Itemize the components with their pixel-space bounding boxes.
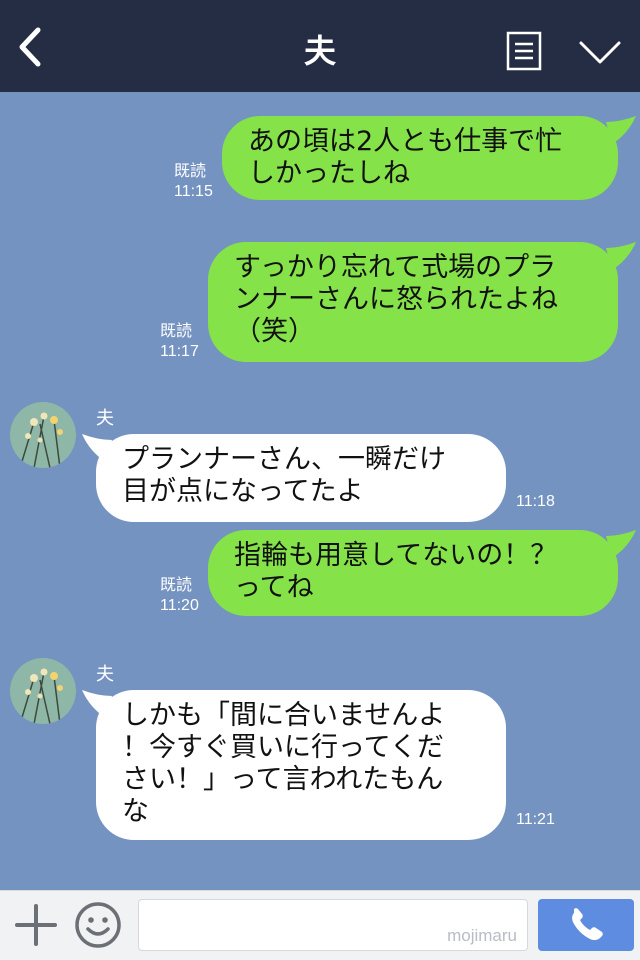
avatar[interactable] [10, 658, 76, 724]
menu-list-icon[interactable] [506, 31, 542, 71]
plus-icon[interactable] [14, 903, 58, 947]
chevron-down-icon[interactable] [578, 38, 622, 66]
smiley-icon[interactable] [74, 901, 122, 949]
message-text: あの頃は2人とも仕事で忙 しかったしね [248, 126, 563, 189]
message-bubble-outgoing[interactable]: あの頃は2人とも仕事で忙 しかったしね [222, 116, 618, 200]
watermark-text: mojimaru [447, 926, 517, 945]
message-text: すっかり忘れて式場のプラ ンナーさんに怒られたよね （笑） [234, 252, 558, 347]
message-time: 11:21 [516, 811, 555, 828]
message-text: プランナーさん、一瞬だけ 目が点になってたよ [122, 444, 446, 507]
phone-icon [572, 908, 603, 941]
message-bubble-outgoing[interactable]: 指輪も用意してないの！？ ってね [208, 530, 618, 616]
chat-area[interactable]: 既読 11:15 あの頃は2人とも仕事で忙 しかったしね 既読 11:17 すっ… [0, 92, 640, 890]
bubble-tail [606, 116, 636, 144]
sender-name: 夫 [96, 408, 114, 429]
message-meta: 既読 11:20 [160, 576, 199, 616]
read-receipt: 既読 [160, 577, 193, 594]
chat-title: 夫 [303, 32, 336, 70]
bubble-tail [606, 530, 636, 558]
back-arrow-icon[interactable] [12, 22, 48, 72]
message-bubble-incoming[interactable]: プランナーさん、一瞬だけ 目が点になってたよ [96, 434, 506, 522]
bubble-tail [606, 242, 636, 270]
avatar[interactable] [10, 402, 76, 468]
message-time: 11:17 [160, 343, 199, 360]
message-input[interactable]: mojimaru [138, 899, 528, 951]
message-text: 指輪も用意してないの！？ ってね [234, 540, 558, 603]
message-text: しかも「間に合いませんよ ！今すぐ買いに行ってくだ さい！」って言われたもん な [122, 700, 446, 827]
message-meta: 既読 11:17 [160, 322, 199, 362]
read-receipt: 既読 [160, 323, 193, 340]
sender-name: 夫 [96, 664, 114, 685]
message-input-bar: mojimaru [0, 890, 640, 960]
message-meta: 既読 11:15 [174, 162, 213, 202]
message-bubble-outgoing[interactable]: すっかり忘れて式場のプラ ンナーさんに怒られたよね （笑） [208, 242, 618, 362]
message-time: 11:15 [174, 183, 213, 200]
message-time: 11:20 [160, 597, 199, 614]
chat-header: 夫 [0, 0, 640, 92]
message-bubble-incoming[interactable]: しかも「間に合いませんよ ！今すぐ買いに行ってくだ さい！」って言われたもん な [96, 690, 506, 840]
message-time: 11:18 [516, 493, 555, 510]
call-button[interactable] [538, 899, 634, 951]
read-receipt: 既読 [174, 163, 207, 180]
